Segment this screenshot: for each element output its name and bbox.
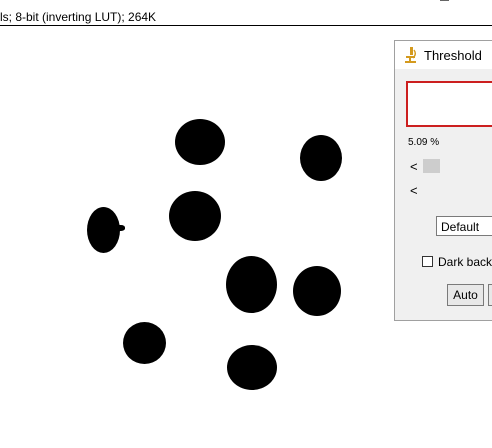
upper-threshold-decrease-arrow[interactable]: < bbox=[410, 184, 418, 197]
threshold-method-select[interactable]: Default bbox=[436, 216, 492, 236]
image-info-bar: ls; 8-bit (inverting LUT); 264K bbox=[0, 0, 492, 26]
image-info-text: ls; 8-bit (inverting LUT); 264K bbox=[0, 10, 157, 24]
particle bbox=[175, 119, 225, 165]
dark-background-label: Dark back bbox=[438, 255, 492, 269]
lower-threshold-slider-thumb[interactable] bbox=[423, 159, 440, 173]
threshold-percent: 5.09 % bbox=[408, 137, 440, 148]
particle bbox=[227, 345, 277, 390]
apply-button[interactable] bbox=[488, 284, 492, 306]
particle bbox=[169, 191, 221, 241]
microscope-icon bbox=[405, 47, 417, 63]
lower-threshold-decrease-arrow[interactable]: < bbox=[410, 160, 418, 173]
particle bbox=[123, 322, 166, 364]
dark-background-checkbox[interactable] bbox=[422, 256, 433, 267]
window-title-tick bbox=[440, 0, 449, 1]
particle bbox=[226, 256, 277, 313]
threshold-histogram bbox=[406, 81, 492, 127]
threshold-dialog: Threshold 5.09 % < < Default Dark back A… bbox=[394, 40, 492, 321]
threshold-method-value: Default bbox=[441, 220, 480, 234]
auto-button[interactable]: Auto bbox=[447, 284, 484, 306]
dialog-title: Threshold bbox=[424, 48, 482, 63]
particle bbox=[115, 225, 125, 231]
particle bbox=[300, 135, 342, 181]
dialog-titlebar[interactable]: Threshold bbox=[395, 41, 492, 69]
particle bbox=[293, 266, 341, 316]
